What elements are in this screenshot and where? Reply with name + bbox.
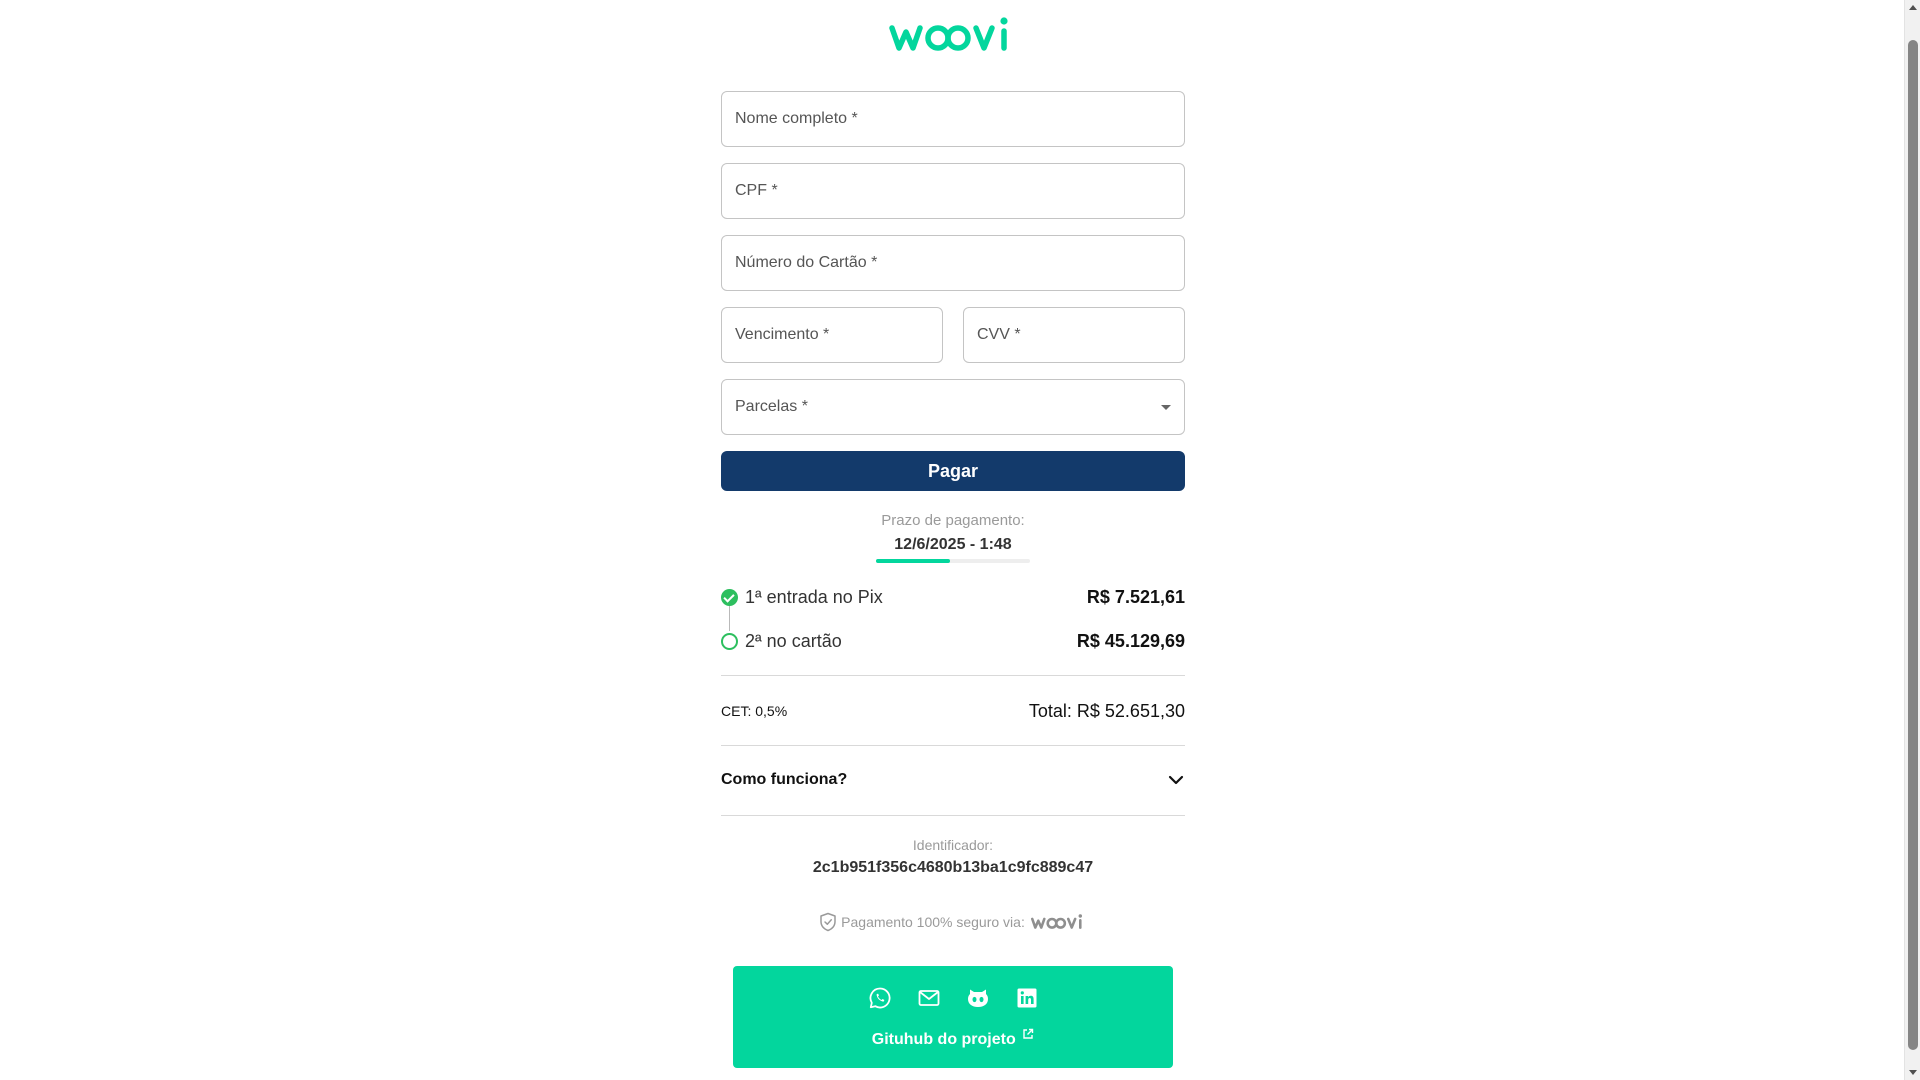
identifier-block: Identificador: 2c1b951f356c4680b13ba1c9f… — [721, 837, 1185, 877]
whatsapp-icon[interactable] — [868, 986, 892, 1010]
github-project-link[interactable]: Gituhub do projeto — [733, 1028, 1173, 1049]
secure-payment-note: Pagamento 100% seguro via: — [721, 912, 1185, 932]
social-icons — [733, 986, 1173, 1010]
scroll-up-arrow-icon[interactable] — [1909, 5, 1917, 10]
installments-select[interactable]: Parcelas * — [721, 379, 1185, 435]
total-text: Total: R$ 52.651,30 — [1028, 700, 1185, 721]
summary-row: CET: 0,5% Total: R$ 52.651,30 — [721, 697, 1185, 725]
step-amount: R$ 45.129,69 — [1076, 630, 1185, 651]
scroll-down-arrow-icon[interactable] — [1909, 1070, 1917, 1075]
cvv-placeholder: CVV * — [977, 326, 1021, 343]
card-number-field[interactable]: Número do Cartão * — [721, 235, 1185, 291]
expiry-field[interactable]: Vencimento * — [721, 307, 943, 363]
github-icon[interactable] — [966, 986, 990, 1010]
deadline-progress-bar — [876, 559, 1030, 563]
chevron-down-icon — [1168, 775, 1184, 785]
woovi-logo-icon — [889, 17, 1008, 51]
linkedin-icon[interactable] — [1015, 986, 1039, 1010]
empty-circle-icon — [721, 632, 738, 650]
github-link-label: Gituhub do projeto — [871, 1031, 1016, 1048]
checkout-page: Nome completo * CPF * Número do Cartão *… — [0, 0, 1904, 1080]
mail-icon[interactable] — [917, 986, 941, 1010]
identifier-value: 2c1b951f356c4680b13ba1c9fc889c47 — [812, 859, 1094, 876]
project-footer: Gituhub do projeto — [733, 966, 1173, 1068]
step-card: 2ª no cartão R$ 45.129,69 — [721, 629, 1185, 653]
vertical-scrollbar[interactable] — [1904, 0, 1920, 1080]
divider — [721, 815, 1185, 816]
pay-button[interactable]: Pagar — [721, 451, 1185, 491]
divider — [721, 745, 1185, 746]
identifier-label: Identificador: — [912, 837, 994, 853]
installments-placeholder: Parcelas * — [735, 398, 808, 415]
cet-text: CET: 0,5% — [721, 703, 788, 719]
external-link-icon — [1023, 1028, 1034, 1039]
deadline-progress-fill — [876, 559, 950, 563]
full-name-field[interactable]: Nome completo * — [721, 91, 1185, 147]
accordion-title: Como funciona? — [721, 771, 848, 788]
cpf-placeholder: CPF * — [735, 182, 778, 199]
secure-text: Pagamento 100% seguro via: — [841, 914, 1025, 930]
check-circle-icon — [721, 588, 738, 606]
woovi-logo — [888, 14, 1016, 56]
full-name-placeholder: Nome completo * — [735, 110, 858, 127]
payment-steps: 1ª entrada no Pix R$ 7.521,61 2ª no cart… — [721, 585, 1185, 675]
step-label: 1ª entrada no Pix — [745, 586, 883, 607]
step-amount: R$ 7.521,61 — [1086, 586, 1185, 607]
deadline-value: 12/6/2025 - 1:48 — [894, 536, 1012, 553]
woovi-logo-small — [1030, 914, 1082, 929]
scrollbar-thumb[interactable] — [1908, 40, 1918, 1050]
how-it-works-accordion[interactable]: Como funciona? — [721, 767, 1185, 793]
payment-deadline: Prazo de pagamento: 12/6/2025 - 1:48 — [721, 512, 1185, 563]
expiry-placeholder: Vencimento * — [735, 326, 830, 343]
cvv-field[interactable]: CVV * — [963, 307, 1185, 363]
step-label: 2ª no cartão — [745, 630, 842, 651]
deadline-label: Prazo de pagamento: — [881, 512, 1025, 529]
shield-check-icon — [820, 912, 836, 932]
card-number-placeholder: Número do Cartão * — [735, 254, 878, 271]
step-pix: 1ª entrada no Pix R$ 7.521,61 — [721, 585, 1185, 609]
divider — [721, 675, 1185, 676]
cpf-field[interactable]: CPF * — [721, 163, 1185, 219]
dropdown-caret-icon — [1161, 405, 1171, 410]
